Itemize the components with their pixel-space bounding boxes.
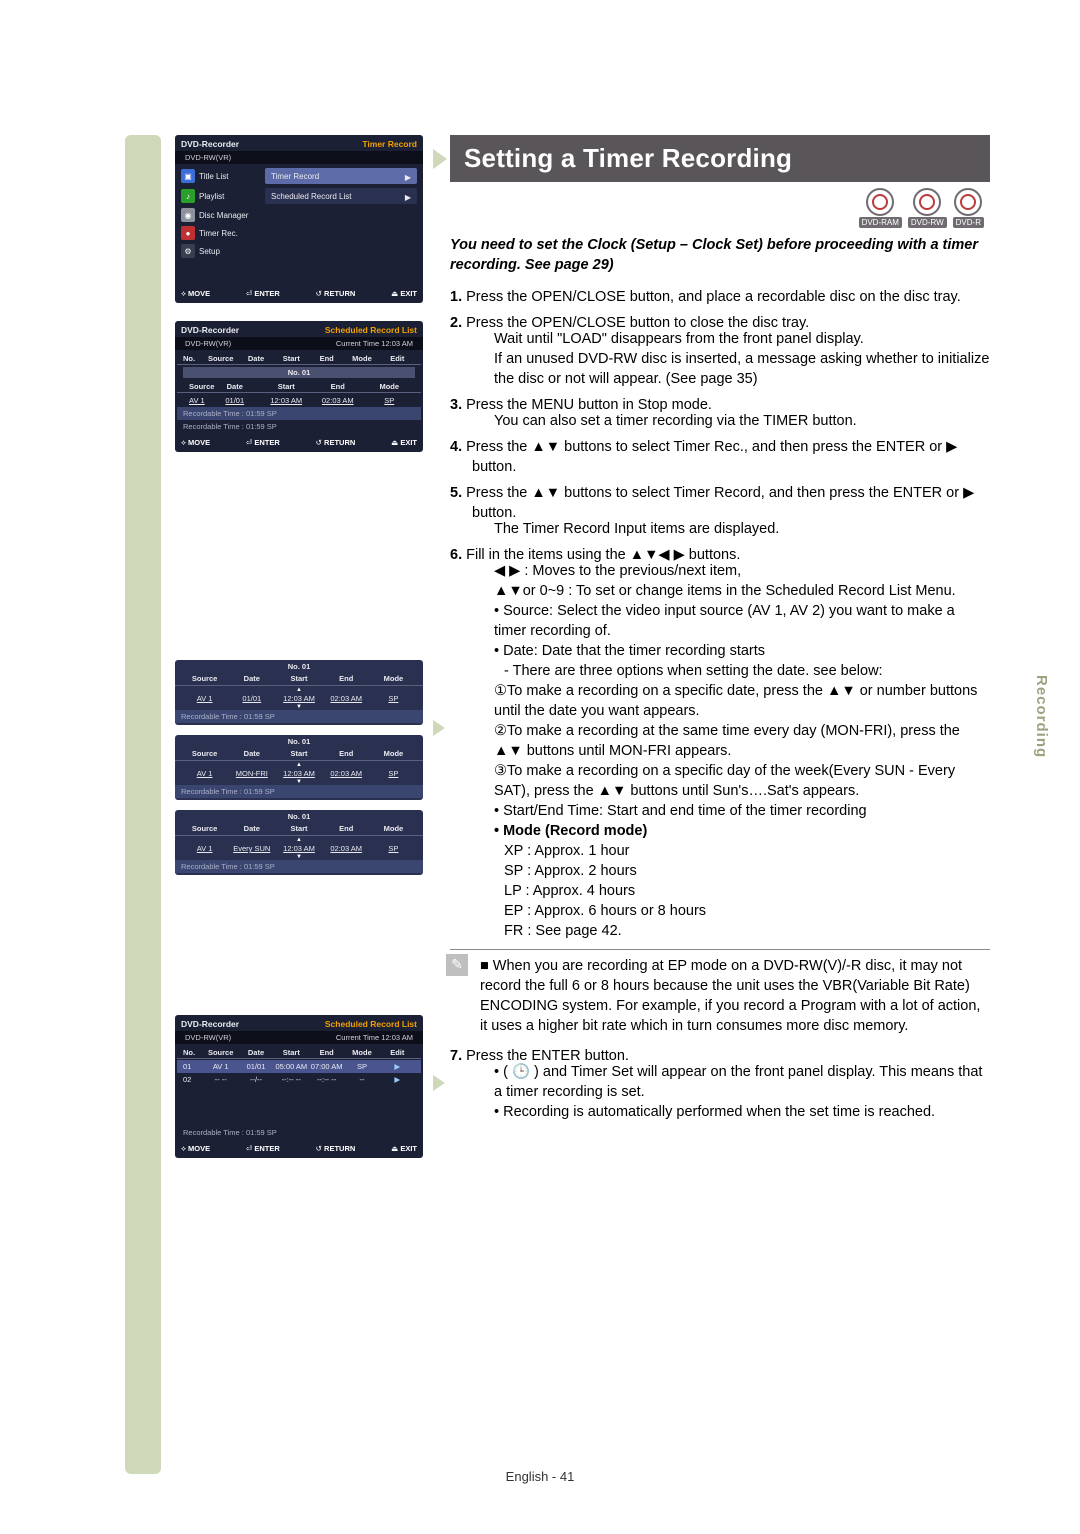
menu-item-disc-manager[interactable]: ◉ Disc Manager: [177, 206, 421, 224]
disc-badge-label: DVD-R: [953, 217, 984, 228]
osd-title: DVD-Recorder: [181, 1019, 239, 1029]
step: 2. Press the OPEN/CLOSE button to close …: [450, 313, 990, 389]
disc-type-label: DVD-RW(VR): [185, 153, 231, 162]
osd-title: DVD-Recorder: [181, 139, 239, 149]
osd-timer-record-menu: DVD-Recorder Timer Record DVD-RW(VR) ▣ T…: [175, 135, 423, 303]
date-option-specific: No. 01 SourceDateStartEndMode ▲ AV 101/0…: [175, 660, 423, 725]
date-option-weekly: No. 01 SourceDateStartEndMode ▲ AV 1Ever…: [175, 810, 423, 875]
disc-icon: [866, 188, 894, 216]
step: 7. Press the ENTER button. • ( 🕒 ) and T…: [450, 1046, 990, 1122]
step: 3. Press the MENU button in Stop mode. Y…: [450, 395, 990, 431]
step: 4. Press the ▲▼ buttons to select Timer …: [450, 437, 990, 477]
current-time-label: Current Time 12:03 AM: [336, 1033, 413, 1042]
disc-badge: DVD-RAM: [859, 188, 902, 228]
osd-title-right: Scheduled Record List: [325, 325, 417, 335]
step: 1. Press the OPEN/CLOSE button, and plac…: [450, 287, 990, 307]
entry-number: No. 01: [183, 367, 415, 378]
menu-label: Disc Manager: [199, 211, 261, 220]
submenu-scheduled-list[interactable]: Scheduled Record List▶: [265, 188, 417, 204]
osd-scheduled-record-list-filled: DVD-Recorder Scheduled Record List DVD-R…: [175, 1015, 423, 1158]
table-row[interactable]: 02-- ----/----:-- ----:-- ----▶: [177, 1073, 421, 1086]
table-row[interactable]: AV 1 01/01 12:03 AM 02:03 AM SP: [177, 394, 421, 407]
table-header: No.SourceDateStartEndModeEdit: [177, 1046, 421, 1057]
section-title: Setting a Timer Recording: [450, 135, 990, 182]
table-row[interactable]: 01AV 101/0105:00 AM07:00 AMSP▶: [177, 1060, 421, 1073]
instruction-content: You need to set the Clock (Setup – Clock…: [450, 235, 990, 1128]
table-header: No.SourceDateStartEndModeEdit: [177, 352, 421, 363]
disc-manager-icon: ◉: [181, 208, 195, 222]
section-stripe: [125, 135, 161, 1474]
disc-badge-label: DVD-RW: [908, 217, 947, 228]
note-box: ✎ ■ When you are recording at EP mode on…: [450, 949, 990, 1036]
title-list-icon: ▣: [181, 169, 195, 183]
menu-label: Title List: [199, 172, 261, 181]
menu-item-setup[interactable]: ⚙ Setup: [177, 242, 421, 260]
step: 5. Press the ▲▼ buttons to select Timer …: [450, 483, 990, 539]
disc-badges: DVD-RAM DVD-RW DVD-R: [450, 188, 990, 228]
recordable-time: Recordable Time : 01:59 SP: [177, 420, 421, 433]
table-row[interactable]: AV 1MON-FRI12:03 AM02:03 AMSP: [175, 768, 423, 779]
timer-rec-icon: ●: [181, 226, 195, 240]
disc-type-label: DVD-RW(VR): [185, 1033, 231, 1042]
menu-label: Setup: [199, 247, 261, 256]
menu-label: Playlist: [199, 192, 261, 201]
recordable-time: Recordable Time : 01:59 SP: [175, 860, 423, 873]
recordable-time: Recordable Time : 01:59 SP: [177, 1126, 421, 1139]
flow-arrow-icon: [433, 720, 445, 736]
disc-type-label: DVD-RW(VR): [185, 339, 231, 348]
osd-title: DVD-Recorder: [181, 325, 239, 335]
disc-badge-label: DVD-RAM: [859, 217, 902, 228]
flow-arrow-icon: [433, 1075, 445, 1091]
recordable-time: Recordable Time : 01:59 SP: [177, 407, 421, 420]
step: 6. Fill in the items using the ▲▼◀ ▶ but…: [450, 545, 990, 941]
submenu-timer-record[interactable]: Timer Record▶: [265, 168, 417, 184]
disc-icon: [913, 188, 941, 216]
osd-title-right: Scheduled Record List: [325, 1019, 417, 1029]
disc-badge: DVD-RW: [908, 188, 947, 228]
osd-footer: ⟡ MOVE ⏎ ENTER ↺ RETURN ⏏ EXIT: [175, 1141, 423, 1158]
playlist-icon: ♪: [181, 189, 195, 203]
note-icon: ✎: [446, 954, 468, 976]
table-row[interactable]: AV 101/0112:03 AM02:03 AMSP: [175, 693, 423, 704]
osd-footer: ⟡ MOVE ⏎ ENTER ↺ RETURN ⏏ EXIT: [175, 435, 423, 452]
disc-badge: DVD-R: [953, 188, 984, 228]
flow-arrow-icon: [433, 149, 447, 169]
table-subheader: SourceDateStartEndMode: [177, 380, 421, 391]
recordable-time: Recordable Time : 01:59 SP: [175, 710, 423, 723]
disc-icon: [954, 188, 982, 216]
current-time-label: Current Time 12:03 AM: [336, 339, 413, 348]
menu-item-title-list[interactable]: ▣ Title List Timer Record▶: [177, 166, 421, 186]
menu-item-playlist[interactable]: ♪ Playlist Scheduled Record List▶: [177, 186, 421, 206]
lead-note: You need to set the Clock (Setup – Clock…: [450, 235, 990, 275]
date-option-monfri: No. 01 SourceDateStartEndMode ▲ AV 1MON-…: [175, 735, 423, 800]
table-row[interactable]: AV 1Every SUN12:03 AM02:03 AMSP: [175, 843, 423, 854]
osd-title-right: Timer Record: [362, 139, 417, 149]
osd-footer: ⟡ MOVE ⏎ ENTER ↺ RETURN ⏏ EXIT: [175, 286, 423, 303]
page-footer: English - 41: [0, 1469, 1080, 1484]
recordable-time: Recordable Time : 01:59 SP: [175, 785, 423, 798]
menu-label: Timer Rec.: [199, 229, 261, 238]
setup-icon: ⚙: [181, 244, 195, 258]
osd-scheduled-record-input: DVD-Recorder Scheduled Record List DVD-R…: [175, 321, 423, 452]
menu-item-timer-rec[interactable]: ● Timer Rec.: [177, 224, 421, 242]
chapter-label: Recording: [1033, 675, 1050, 758]
